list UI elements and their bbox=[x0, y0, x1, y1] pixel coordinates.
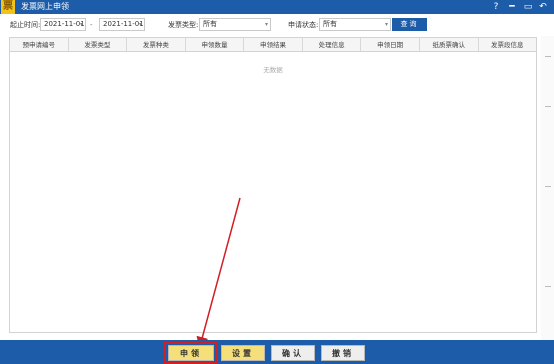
apply-status-select[interactable]: 所有 ▾ bbox=[319, 18, 391, 31]
divider bbox=[545, 106, 551, 107]
back-icon[interactable]: ↶ bbox=[537, 1, 549, 13]
chevron-down-icon: ▾ bbox=[264, 21, 268, 28]
divider bbox=[545, 286, 551, 287]
table-header: 预申请编号 发票类型 发票种类 申领数量 申领结果 处理信息 申领日期 纸质票确… bbox=[10, 38, 536, 52]
chevron-down-icon: ▾ bbox=[138, 21, 142, 28]
annotation-highlight bbox=[164, 342, 218, 364]
settings-button[interactable]: 设置 bbox=[221, 345, 265, 361]
column-header[interactable]: 预申请编号 bbox=[10, 38, 69, 51]
restore-icon[interactable]: ▭ bbox=[522, 1, 534, 13]
chevron-down-icon: ▾ bbox=[384, 21, 388, 28]
apply-status-value: 所有 bbox=[323, 20, 337, 28]
column-header[interactable]: 纸质票确认 bbox=[420, 38, 479, 51]
end-date-value: 2021-11-01 bbox=[103, 20, 144, 28]
chevron-down-icon: ▾ bbox=[79, 21, 83, 28]
filter-bar: 起止时间: 2021-11-01 ▾ - 2021-11-01 ▾ 发票类型: … bbox=[0, 14, 554, 36]
title-bar: 票 发票网上申领 ? ━ ▭ ↶ bbox=[0, 0, 554, 14]
divider bbox=[545, 186, 551, 187]
end-date-picker[interactable]: 2021-11-01 ▾ bbox=[99, 18, 145, 31]
minimize-icon[interactable]: ━ bbox=[506, 1, 518, 13]
divider bbox=[545, 56, 551, 57]
date-range-label: 起止时间: bbox=[10, 21, 41, 29]
start-date-picker[interactable]: 2021-11-01 ▾ bbox=[40, 18, 86, 31]
empty-state-text: 无数据 bbox=[263, 66, 283, 74]
date-range-separator: - bbox=[90, 21, 93, 29]
column-header[interactable]: 申领数量 bbox=[186, 38, 245, 51]
column-header[interactable]: 发票段信息 bbox=[479, 38, 537, 51]
column-header[interactable]: 发票种类 bbox=[127, 38, 186, 51]
apply-status-label: 申请状态: bbox=[288, 21, 319, 29]
column-header[interactable]: 申领结果 bbox=[244, 38, 303, 51]
window-title: 发票网上申领 bbox=[21, 2, 69, 11]
column-header[interactable]: 处理信息 bbox=[303, 38, 362, 51]
column-header[interactable]: 发票类型 bbox=[69, 38, 128, 51]
query-button[interactable]: 查询 bbox=[392, 18, 427, 31]
start-date-value: 2021-11-01 bbox=[44, 20, 85, 28]
column-header[interactable]: 申领日期 bbox=[361, 38, 420, 51]
cancel-button[interactable]: 撤销 bbox=[321, 345, 365, 361]
background-window-edge bbox=[541, 36, 554, 340]
invoice-app-icon: 票 bbox=[1, 0, 15, 14]
confirm-button[interactable]: 确认 bbox=[271, 345, 315, 361]
help-icon[interactable]: ? bbox=[490, 1, 502, 13]
application-table: 预申请编号 发票类型 发票种类 申领数量 申领结果 处理信息 申领日期 纸质票确… bbox=[9, 37, 537, 333]
invoice-type-select[interactable]: 所有 ▾ bbox=[199, 18, 271, 31]
invoice-type-label: 发票类型: bbox=[168, 21, 199, 29]
action-bar: 申领 设置 确认 撤销 bbox=[0, 340, 554, 364]
invoice-type-value: 所有 bbox=[203, 20, 217, 28]
